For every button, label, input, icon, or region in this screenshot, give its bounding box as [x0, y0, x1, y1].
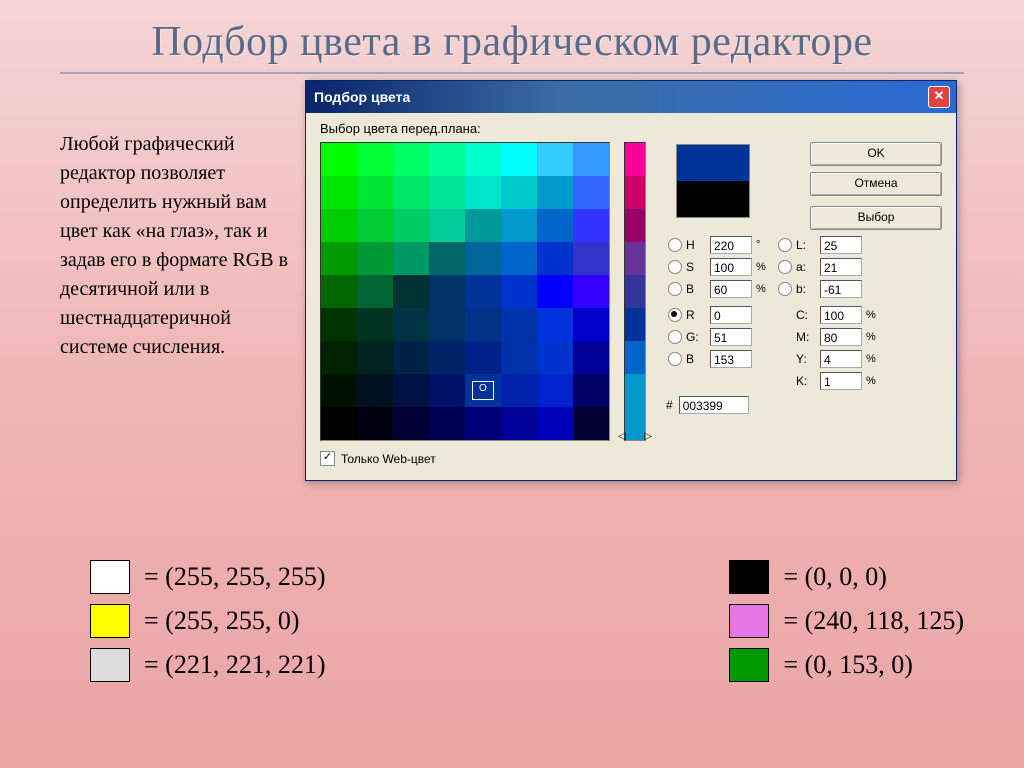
- web-only-checkbox[interactable]: ✓: [320, 451, 335, 466]
- description-text: Любой графический редактор позволяет опр…: [60, 130, 290, 362]
- c-input[interactable]: 100: [820, 306, 862, 324]
- dialog-title: Подбор цвета: [314, 89, 410, 105]
- hsb-lab-fields: H220° L:25 S100% a:21 B60% b:-61: [666, 236, 942, 298]
- radio-s[interactable]: [668, 260, 682, 274]
- dialog-body: Выбор цвета перед.плана:: [306, 113, 956, 480]
- slide-title: Подбор цвета в графическом редакторе: [0, 0, 1024, 66]
- radio-a[interactable]: [778, 260, 792, 274]
- radio-b-rgb[interactable]: [668, 352, 682, 366]
- hex-row: # 003399: [666, 396, 942, 414]
- cancel-button[interactable]: Отмена: [810, 172, 942, 196]
- select-button[interactable]: Выбор: [810, 206, 942, 230]
- y-input[interactable]: 4: [820, 350, 862, 368]
- hex-input[interactable]: 003399: [679, 396, 749, 414]
- k-input[interactable]: 1: [820, 372, 862, 390]
- legend-swatch: [729, 560, 769, 594]
- blab-input[interactable]: -61: [820, 280, 862, 298]
- legend-swatch: [90, 560, 130, 594]
- h-input[interactable]: 220: [710, 236, 752, 254]
- dialog-titlebar: Подбор цвета ✕: [306, 81, 956, 113]
- g-input[interactable]: 51: [710, 328, 752, 346]
- color-preview: [676, 144, 750, 218]
- radio-b-lab[interactable]: [778, 282, 792, 296]
- dialog-prompt: Выбор цвета перед.плана:: [320, 121, 942, 136]
- r-input[interactable]: 0: [710, 306, 752, 324]
- radio-r[interactable]: [668, 308, 682, 322]
- legend-swatch: [729, 604, 769, 638]
- legend-text: = (0, 0, 0): [783, 562, 886, 592]
- radio-h[interactable]: [668, 238, 682, 252]
- legend-text: = (221, 221, 221): [144, 650, 325, 680]
- color-legend: = (255, 255, 255) = (255, 255, 0) = (221…: [90, 560, 964, 682]
- legend-text: = (240, 118, 125): [783, 606, 964, 636]
- legend-text: = (255, 255, 0): [144, 606, 299, 636]
- s-input[interactable]: 100: [710, 258, 752, 276]
- web-only-label: Только Web-цвет: [341, 452, 436, 466]
- ok-button[interactable]: OK: [810, 142, 942, 166]
- bhsb-input[interactable]: 60: [710, 280, 752, 298]
- radio-b-hsb[interactable]: [668, 282, 682, 296]
- rgb-cmyk-fields: R0 C:100% G:51 M:80% B153 Y:4% K:1%: [666, 306, 942, 390]
- legend-right: = (0, 0, 0) = (240, 118, 125) = (0, 153,…: [729, 560, 964, 682]
- color-picker-dialog: Подбор цвета ✕ Выбор цвета перед.плана:: [305, 80, 957, 481]
- m-input[interactable]: 80: [820, 328, 862, 346]
- legend-text: = (0, 153, 0): [783, 650, 912, 680]
- close-icon[interactable]: ✕: [928, 86, 950, 108]
- radio-g[interactable]: [668, 330, 682, 344]
- legend-swatch: [729, 648, 769, 682]
- legend-swatch: [90, 648, 130, 682]
- brgb-input[interactable]: 153: [710, 350, 752, 368]
- legend-text: = (255, 255, 255): [144, 562, 325, 592]
- legend-swatch: [90, 604, 130, 638]
- radio-l[interactable]: [778, 238, 792, 252]
- web-only-row: ✓ Только Web-цвет: [320, 451, 942, 466]
- color-palette[interactable]: [320, 142, 610, 441]
- a-input[interactable]: 21: [820, 258, 862, 276]
- legend-left: = (255, 255, 255) = (255, 255, 0) = (221…: [90, 560, 325, 682]
- hue-slider[interactable]: ◁▷: [624, 142, 646, 441]
- right-panel: OK Отмена Выбор H220° L:25 S100% a:21 B6…: [656, 142, 942, 441]
- l-input[interactable]: 25: [820, 236, 862, 254]
- divider: [60, 72, 964, 74]
